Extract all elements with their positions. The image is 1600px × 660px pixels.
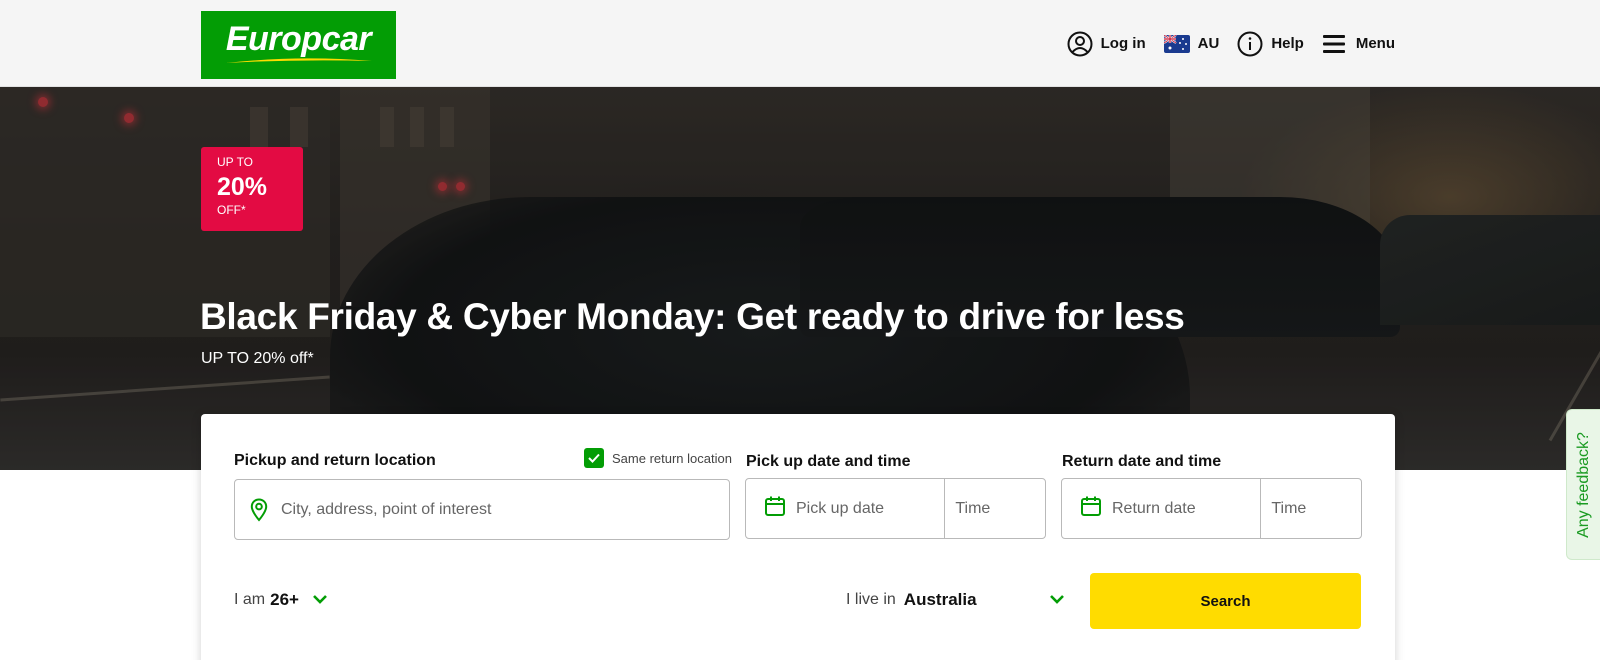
same-return-checkbox[interactable] <box>584 448 604 468</box>
booking-form: Pickup and return location Same return l… <box>201 414 1395 660</box>
live-prefix: I live in <box>846 591 896 608</box>
age-prefix: I am <box>234 591 266 608</box>
login-link[interactable]: Log in <box>1067 31 1146 57</box>
australia-flag-icon <box>1163 31 1190 57</box>
chevron-down-icon <box>312 591 328 609</box>
menu-button[interactable]: Menu <box>1322 31 1395 57</box>
europcar-logo[interactable]: Europcar <box>201 11 396 79</box>
hero-banner <box>0 87 1600 470</box>
age-selector[interactable]: I am 26+ <box>234 590 328 610</box>
help-label: Help <box>1271 35 1304 52</box>
chevron-down-icon <box>1049 591 1065 609</box>
feedback-tab[interactable]: Any feedback? <box>1566 409 1600 560</box>
login-label: Log in <box>1100 35 1146 52</box>
hero-subtitle: UP TO 20% off* <box>201 350 314 367</box>
calendar-icon <box>764 495 786 522</box>
info-icon <box>1237 31 1263 57</box>
pickup-datetime-label: Pick up date and time <box>746 453 911 470</box>
pickup-date-placeholder: Pick up date <box>796 499 885 517</box>
hero-title: Black Friday & Cyber Monday: Get ready t… <box>200 296 1185 337</box>
same-return-location-option[interactable]: Same return location <box>584 448 732 468</box>
logo-text: Europcar <box>225 19 372 58</box>
pickup-location-label: Pickup and return location <box>234 452 436 469</box>
badge-percent: 20% <box>217 173 268 201</box>
feedback-label: Any feedback? <box>1574 431 1592 538</box>
return-datetime-label: Return date and time <box>1062 453 1222 470</box>
pickup-date-input[interactable]: Pick up date <box>746 479 946 538</box>
age-value: 26+ <box>270 590 299 609</box>
location-placeholder: City, address, point of interest <box>281 500 492 518</box>
pickup-time-input[interactable]: Time <box>945 479 1045 538</box>
same-return-label: Same return location <box>612 450 732 466</box>
residence-selector[interactable]: I live in Australia <box>846 590 1065 610</box>
location-pin-icon <box>247 497 271 522</box>
country-selector[interactable]: AU <box>1163 31 1220 57</box>
header-nav: Log in AU Help Menu <box>1067 0 1395 87</box>
badge-bottom-text: OFF* <box>217 203 246 217</box>
user-icon <box>1067 31 1093 57</box>
hero-overlay <box>0 87 1600 470</box>
country-label: AU <box>1197 35 1220 52</box>
help-link[interactable]: Help <box>1237 31 1304 57</box>
pickup-datetime-field: Pick up date Time <box>745 478 1046 539</box>
calendar-icon <box>1080 495 1102 522</box>
site-header: Europcar Log in AU Help Menu <box>0 0 1600 87</box>
promo-badge: UP TO 20% OFF* <box>201 147 303 231</box>
return-time-placeholder: Time <box>1271 499 1307 517</box>
search-button[interactable]: Search <box>1090 573 1361 629</box>
pickup-time-placeholder: Time <box>955 499 991 517</box>
menu-label: Menu <box>1355 35 1395 52</box>
location-input[interactable]: City, address, point of interest <box>234 479 730 540</box>
check-icon <box>588 453 600 463</box>
logo-swoosh-icon <box>225 57 372 63</box>
residence-value: Australia <box>903 590 977 609</box>
badge-top-text: UP TO <box>217 155 254 169</box>
hamburger-icon <box>1322 31 1348 57</box>
return-date-input[interactable]: Return date <box>1062 479 1262 538</box>
return-time-input[interactable]: Time <box>1261 479 1361 538</box>
return-date-placeholder: Return date <box>1112 499 1196 517</box>
return-datetime-field: Return date Time <box>1061 478 1362 539</box>
